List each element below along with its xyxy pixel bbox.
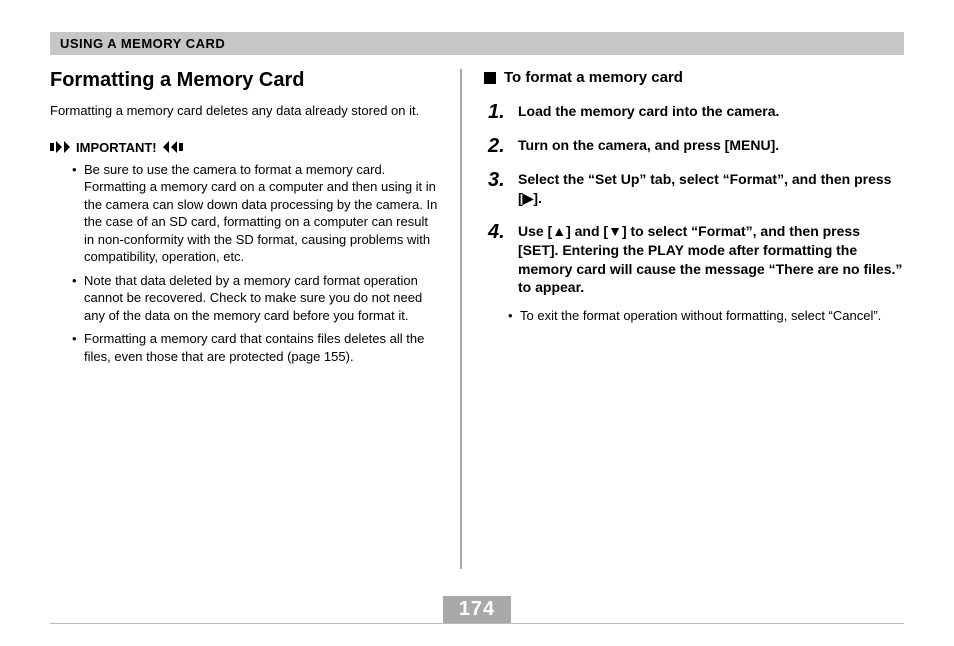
right-column: To format a memory card 1 Load the memor… [462,69,904,569]
step-item: 1 Load the memory card into the camera. [488,102,904,122]
steps-list: 1 Load the memory card into the camera. … [484,102,904,297]
content-columns: Formatting a Memory Card Formatting a me… [50,69,904,569]
procedure-heading-text: To format a memory card [504,69,683,86]
step-number: 2 [488,136,510,156]
step-text: Use [▲] and [▼] to select “Format”, and … [518,222,904,298]
step-text: Load the memory card into the camera. [518,102,904,121]
step-item: 3 Select the “Set Up” tab, select “Forma… [488,170,904,208]
step-item: 4 Use [▲] and [▼] to select “Format”, an… [488,222,904,298]
page-number: 174 [443,596,511,623]
bullet-item: Formatting a memory card that contains f… [84,330,438,365]
step-number: 3 [488,170,510,190]
procedure-heading: To format a memory card [484,69,904,86]
important-decor-left-icon [50,141,72,153]
page-footer: 174 [0,596,954,624]
step-text: Turn on the camera, and press [MENU]. [518,136,904,155]
important-decor-right-icon [161,141,183,153]
important-bullets: Be sure to use the camera to format a me… [50,161,438,366]
bullet-item: Be sure to use the camera to format a me… [84,161,438,266]
footer-rule [50,623,904,624]
manual-page: USING A MEMORY CARD Formatting a Memory … [0,0,954,646]
step-text: Select the “Set Up” tab, select “Format”… [518,170,904,208]
step-item: 2 Turn on the camera, and press [MENU]. [488,136,904,156]
chapter-title: USING A MEMORY CARD [60,36,225,51]
important-label: IMPORTANT! [76,140,157,155]
step-sub-bullets: To exit the format operation without for… [484,307,904,325]
section-title: Formatting a Memory Card [50,69,438,92]
intro-text: Formatting a memory card deletes any dat… [50,102,438,120]
sub-bullet-item: To exit the format operation without for… [520,307,904,325]
square-bullet-icon [484,72,496,84]
chapter-header: USING A MEMORY CARD [50,32,904,55]
important-heading: IMPORTANT! [50,140,438,155]
bullet-item: Note that data deleted by a memory card … [84,272,438,325]
left-column: Formatting a Memory Card Formatting a me… [50,69,460,569]
step-number: 1 [488,102,510,122]
step-number: 4 [488,222,510,242]
